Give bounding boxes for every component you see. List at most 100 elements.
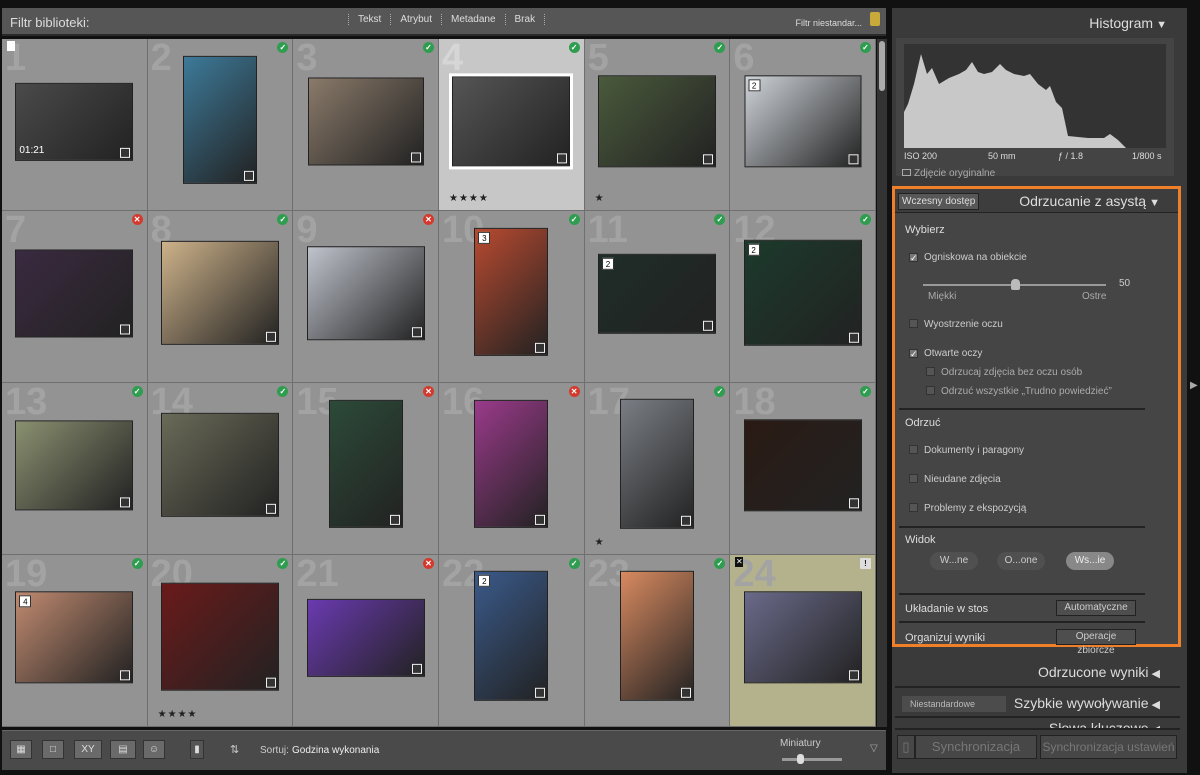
photo-thumbnail[interactable]	[743, 590, 862, 683]
thumbnail-cell[interactable]: 11 2 ✓	[584, 211, 731, 383]
photo-thumbnail[interactable]: 4	[15, 590, 134, 683]
grid-view-button[interactable]: ▦	[10, 740, 32, 759]
thumbnail-cell[interactable]: 6 2 ✓	[730, 39, 876, 211]
photo-thumbnail[interactable]: 2	[743, 239, 862, 346]
reject-no-eyes-checkbox[interactable]: Odrzucaj zdjęcia bez oczu osób	[926, 367, 1082, 378]
photo-thumbnail[interactable]	[160, 412, 279, 517]
star-rating[interactable]: ★★★★	[449, 193, 489, 204]
filter-tab-none[interactable]: Brak	[504, 14, 546, 25]
filter-tab-text[interactable]: Tekst	[348, 14, 390, 25]
photo-thumbnail[interactable]	[743, 418, 862, 511]
thumbnail-cell[interactable]: 13 ✓	[2, 383, 148, 555]
stack-count-badge[interactable]: 2	[601, 257, 614, 270]
failed-photos-checkbox[interactable]: Nieudane zdjęcia	[909, 474, 1001, 485]
thumbnail-size-slider[interactable]	[782, 754, 842, 764]
thumbnail-cell[interactable]: 4 ✓ ★★★★	[439, 39, 585, 211]
thumbnail-cell[interactable]: 15 ✕	[293, 383, 439, 555]
star-rating[interactable]: ★★★★	[158, 709, 198, 720]
spray-can-icon[interactable]: ▮	[190, 740, 204, 759]
toolbar-menu-chevron-icon[interactable]: ▽	[870, 743, 878, 754]
thumbnail-cell[interactable]: 21 ✕	[293, 555, 439, 727]
rejected-results-title[interactable]: Odrzucone wyniki	[1038, 664, 1160, 680]
photo-thumbnail[interactable]	[619, 398, 694, 529]
photo-thumbnail[interactable]: 3	[474, 227, 549, 356]
photo-thumbnail[interactable]	[328, 399, 403, 528]
photo-thumbnail[interactable]	[619, 570, 694, 701]
photo-thumbnail[interactable]	[15, 248, 134, 337]
bulk-operations-button[interactable]: Operacje zbiorcze	[1056, 629, 1136, 656]
survey-view-button[interactable]: ▤	[110, 740, 136, 759]
reject-flag-icon[interactable]: ✕	[735, 557, 744, 567]
scrollbar-thumb[interactable]	[879, 41, 885, 91]
thumbnail-cell[interactable]: 7 ✕	[2, 211, 148, 383]
grid-scrollbar[interactable]	[877, 39, 887, 727]
thumbnail-cell[interactable]: 24! ✕	[730, 555, 876, 727]
photo-thumbnail[interactable]	[307, 76, 424, 165]
focus-checkbox[interactable]: ✓ Ogniskowa na obiekcie	[909, 252, 1027, 263]
sort-select[interactable]: Godzina wykonania	[292, 745, 379, 756]
sort-direction-icon[interactable]: ⇅	[230, 743, 239, 756]
stack-count-badge[interactable]: 4	[19, 594, 32, 607]
view-option-selected[interactable]: W...ne	[930, 552, 978, 570]
focus-slider[interactable]	[923, 279, 1106, 290]
photo-thumbnail[interactable]: 2	[474, 570, 549, 701]
filter-preset-select[interactable]: Filtr niestandar...	[795, 18, 862, 28]
photo-thumbnail[interactable]: 2	[744, 74, 862, 167]
pick-flag-icon[interactable]	[7, 41, 15, 51]
auto-stack-button[interactable]: Automatyczne	[1056, 600, 1136, 616]
view-option-all[interactable]: Ws...ie	[1066, 552, 1114, 570]
lock-icon[interactable]	[870, 12, 880, 26]
sync-settings-button[interactable]: Synchronizacja ustawień	[1040, 735, 1177, 759]
thumbnail-cell[interactable]: 8 ✓	[147, 211, 294, 383]
thumbnail-cell[interactable]: 10 3 ✓	[439, 211, 585, 383]
thumbnail-cell[interactable]: 22 2 ✓	[439, 555, 585, 727]
thumbnail-cell[interactable]: 18 ✓	[730, 383, 876, 555]
photo-thumbnail[interactable]	[15, 419, 134, 510]
thumbnail-cell[interactable]: 14 ✓	[147, 383, 294, 555]
thumbnail-cell[interactable]: 23 ✓	[584, 555, 731, 727]
thumbnail-cell[interactable]: 16 ✕	[439, 383, 585, 555]
filter-tab-metadata[interactable]: Metadane	[441, 14, 504, 25]
thumbnail-cell[interactable]: 19 4 ✓	[2, 555, 148, 727]
slider-handle[interactable]	[797, 754, 804, 764]
photo-thumbnail[interactable]	[182, 55, 257, 184]
quick-develop-preset-select[interactable]: Niestandardowe	[902, 696, 1006, 712]
thumbnail-cell[interactable]: 9 ✕	[293, 211, 439, 383]
eye-sharpness-checkbox[interactable]: Wyostrzenie oczu	[909, 319, 1003, 330]
star-rating[interactable]: ★	[595, 193, 605, 204]
thumbnail-cell[interactable]: 12 2 ✓	[730, 211, 876, 383]
stack-count-badge[interactable]: 2	[478, 574, 491, 587]
view-option-rejected[interactable]: O...one	[997, 552, 1045, 570]
thumbnail-cell[interactable]: 1 01:21	[2, 39, 148, 211]
eyes-open-checkbox[interactable]: ✓ Otwarte oczy	[909, 348, 982, 359]
compare-view-button[interactable]: XY	[74, 740, 102, 759]
keywords-panel[interactable]: Słowa kluczowe	[895, 720, 1180, 730]
stack-count-badge[interactable]: 3	[478, 231, 491, 244]
histogram-title[interactable]: Histogram	[1089, 15, 1167, 31]
exposure-problems-checkbox[interactable]: Problemy z ekspozycją	[909, 503, 1026, 514]
photo-thumbnail[interactable]: 01:21	[15, 82, 134, 161]
keywords-title[interactable]: Słowa kluczowe	[1049, 720, 1160, 728]
photo-thumbnail[interactable]	[306, 245, 425, 340]
original-photo-toggle[interactable]: Zdjęcie oryginalne	[902, 168, 995, 179]
photo-thumbnail[interactable]	[449, 72, 574, 169]
rejected-results-panel[interactable]: Odrzucone wyniki	[895, 658, 1180, 688]
stack-count-badge[interactable]: 2	[748, 78, 761, 91]
sync-button[interactable]: Synchronizacja	[915, 735, 1037, 759]
photo-thumbnail[interactable]	[474, 399, 549, 528]
expand-right-arrow-icon[interactable]: ▶	[1190, 380, 1198, 391]
photo-thumbnail[interactable]	[160, 240, 279, 345]
stack-count-badge[interactable]: 2	[747, 243, 760, 256]
quick-develop-panel[interactable]: Niestandardowe Szybkie wywoływanie	[895, 690, 1180, 718]
filter-tab-attribute[interactable]: Atrybut	[390, 14, 441, 25]
thumbnail-cell[interactable]: 2 ✓	[147, 39, 294, 211]
reject-unsure-checkbox[interactable]: Odrzuć wszystkie „Trudno powiedzieć”	[926, 386, 1112, 397]
photo-thumbnail[interactable]: 2	[597, 253, 716, 334]
loupe-view-button[interactable]: □	[42, 740, 64, 759]
photo-thumbnail[interactable]	[306, 598, 425, 677]
slider-handle[interactable]	[1011, 279, 1020, 290]
photo-thumbnail[interactable]	[597, 74, 716, 167]
thumbnail-cell[interactable]: 3 ✓	[293, 39, 439, 211]
sync-toggle-switch[interactable]: ▯	[897, 735, 915, 759]
documents-checkbox[interactable]: Dokumenty i paragony	[909, 445, 1024, 456]
